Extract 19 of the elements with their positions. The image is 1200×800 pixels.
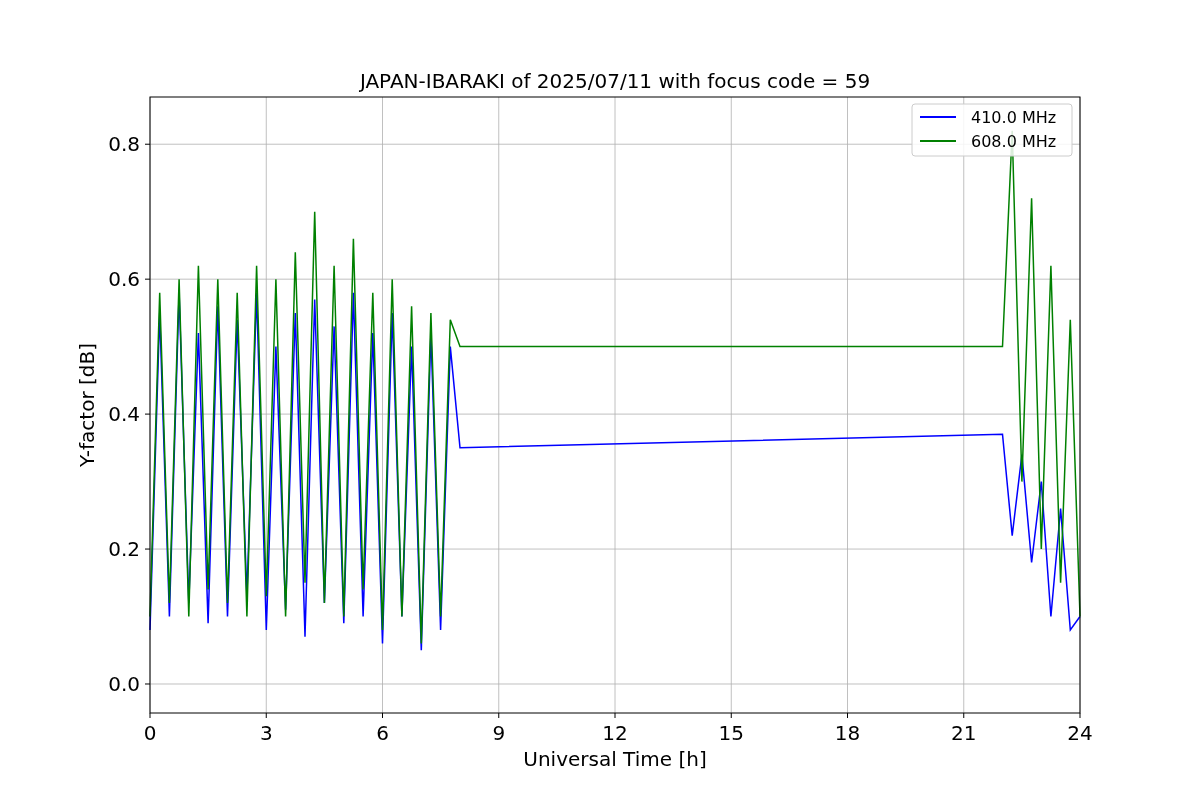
x-tick-label: 15 <box>718 721 744 745</box>
y-tick-label: 0.2 <box>108 537 140 562</box>
y-tick-label: 0.8 <box>108 132 140 157</box>
x-axis-label: Universal Time [h] <box>523 747 707 771</box>
x-tick-label: 6 <box>376 721 389 745</box>
y-tick-label: 0.4 <box>108 402 140 427</box>
y-axis-label: Y-factor [dB] <box>75 343 99 467</box>
x-tick-label: 9 <box>492 721 506 745</box>
x-tick-label: 12 <box>602 721 628 745</box>
y-tick-label: 0.6 <box>108 267 140 292</box>
x-tick-label: 3 <box>259 721 273 745</box>
chart-title: JAPAN-IBARAKI of 2025/07/11 with focus code = 59 <box>359 69 871 93</box>
legend-label: 410.0 MHz <box>971 108 1057 127</box>
legend-label: 608.0 MHz <box>971 132 1057 151</box>
x-tick-label: 21 <box>951 721 977 745</box>
y-tick-label: 0.0 <box>108 672 140 696</box>
x-tick-label: 18 <box>834 721 861 745</box>
x-tick-label: 0 <box>143 721 157 745</box>
x-tick-label: 24 <box>1067 721 1093 745</box>
